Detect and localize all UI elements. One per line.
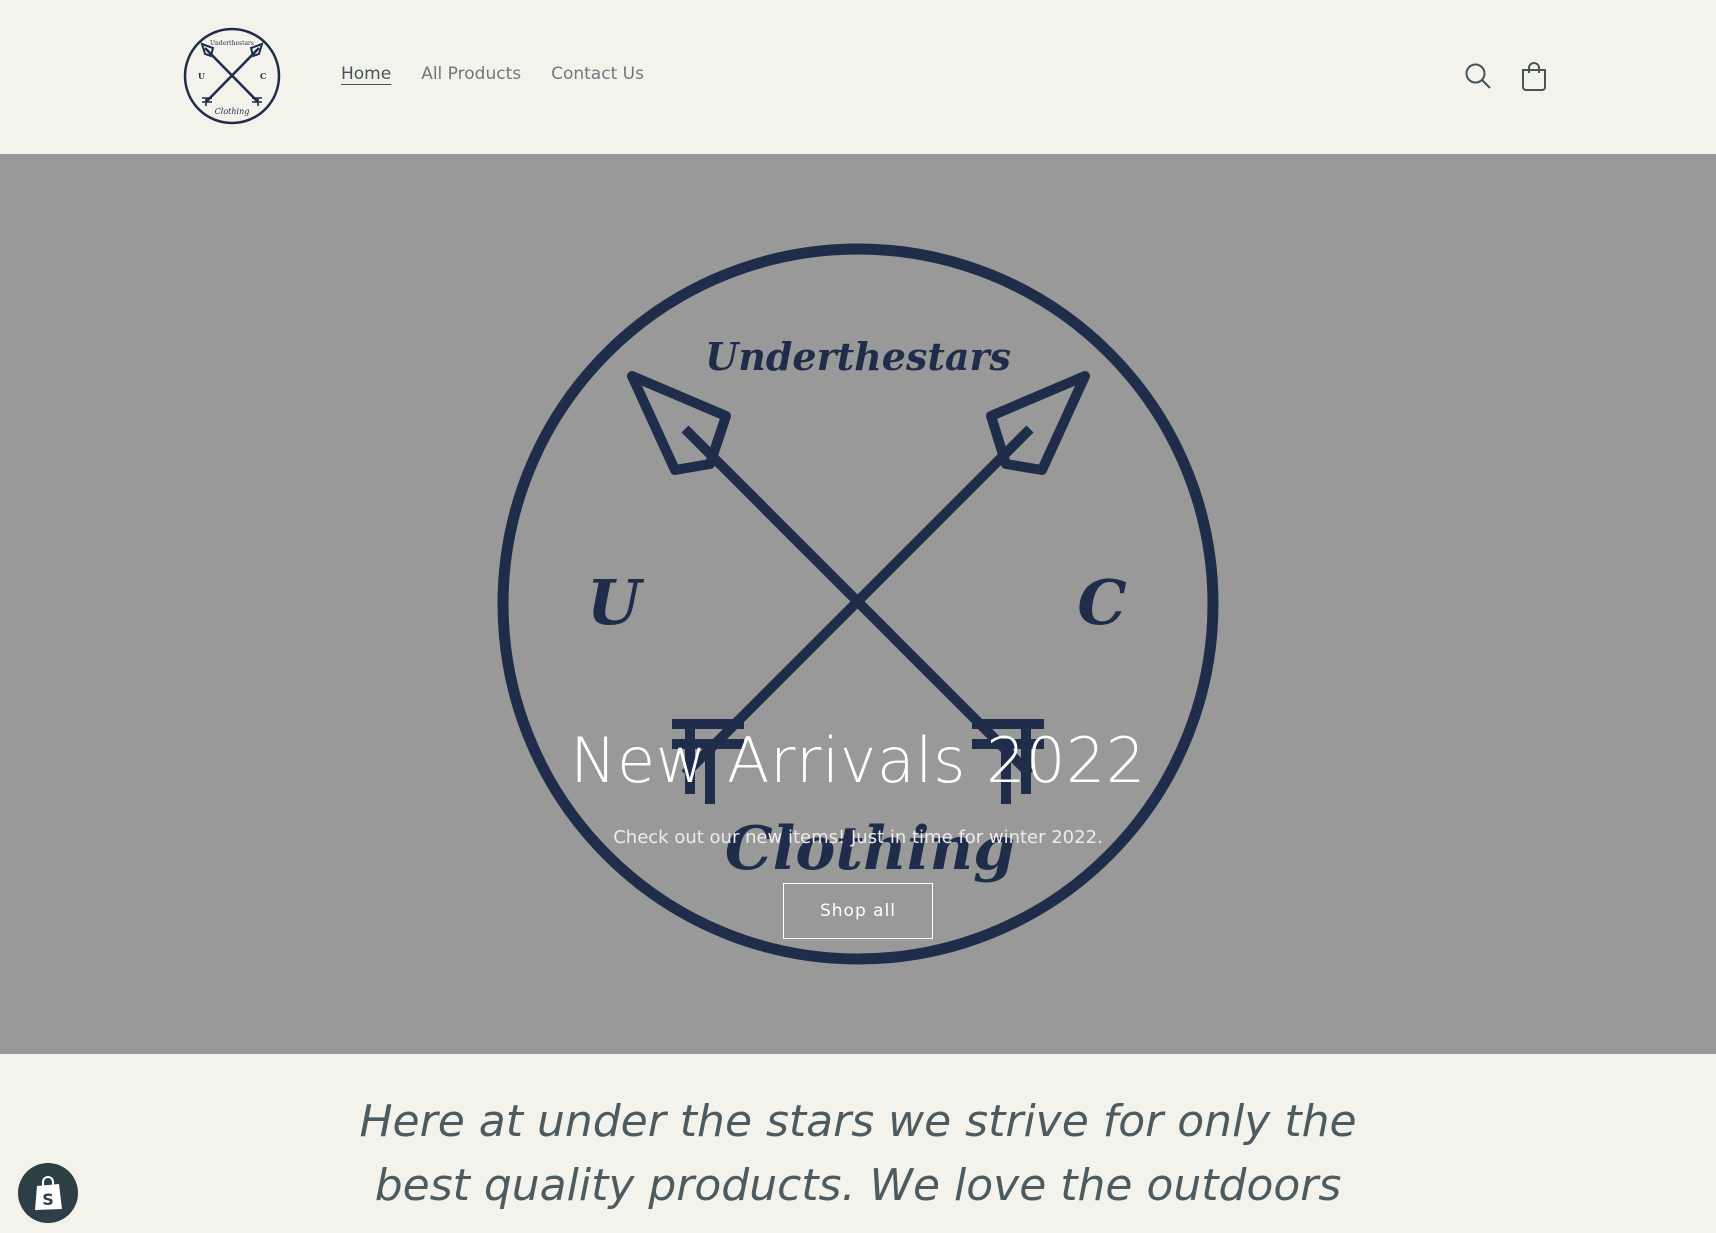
main-nav: Home All Products Contact Us bbox=[341, 64, 644, 84]
nav-item-contact-us[interactable]: Contact Us bbox=[551, 64, 644, 84]
intro-section: Here at under the stars we strive for on… bbox=[0, 1090, 1716, 1218]
emblem-text-bottom: Clothing bbox=[725, 814, 1015, 884]
logo-letter-right: C bbox=[260, 71, 266, 81]
emblem-letter-left: U bbox=[587, 566, 645, 639]
shopify-bag-letter: S bbox=[42, 1190, 54, 1209]
hero-title: New Arrivals 2022 bbox=[570, 724, 1146, 797]
shopify-bag-icon: S bbox=[35, 1176, 62, 1210]
emblem-letter-right: C bbox=[1077, 566, 1126, 639]
brand-logo[interactable]: Underthestars Clothing U C bbox=[182, 26, 282, 126]
search-button[interactable] bbox=[1458, 56, 1498, 96]
shopify-badge-button[interactable]: S bbox=[18, 1163, 78, 1223]
search-icon bbox=[1465, 63, 1491, 89]
cart-button[interactable] bbox=[1514, 56, 1554, 96]
nav-item-all-products[interactable]: All Products bbox=[421, 64, 521, 84]
emblem-text-top: Underthestars bbox=[705, 334, 1011, 379]
logo-text-bottom: Clothing bbox=[215, 107, 250, 116]
intro-text: Here at under the stars we strive for on… bbox=[359, 1096, 1357, 1211]
logo-letter-left: U bbox=[198, 71, 205, 81]
hero-banner: Underthestars Clothing U C New Arrivals … bbox=[0, 154, 1716, 1054]
logo-text-top: Underthestars bbox=[210, 40, 254, 47]
hero-subtitle: Check out our new items! Just in time fo… bbox=[613, 827, 1103, 848]
site-header: Underthestars Clothing U C Home All Prod… bbox=[0, 0, 1716, 154]
nav-item-home[interactable]: Home bbox=[341, 64, 391, 84]
shop-all-button[interactable]: Shop all bbox=[783, 883, 933, 939]
logo-emblem-icon: Underthestars Clothing U C bbox=[183, 27, 281, 125]
cart-icon bbox=[1522, 62, 1546, 91]
